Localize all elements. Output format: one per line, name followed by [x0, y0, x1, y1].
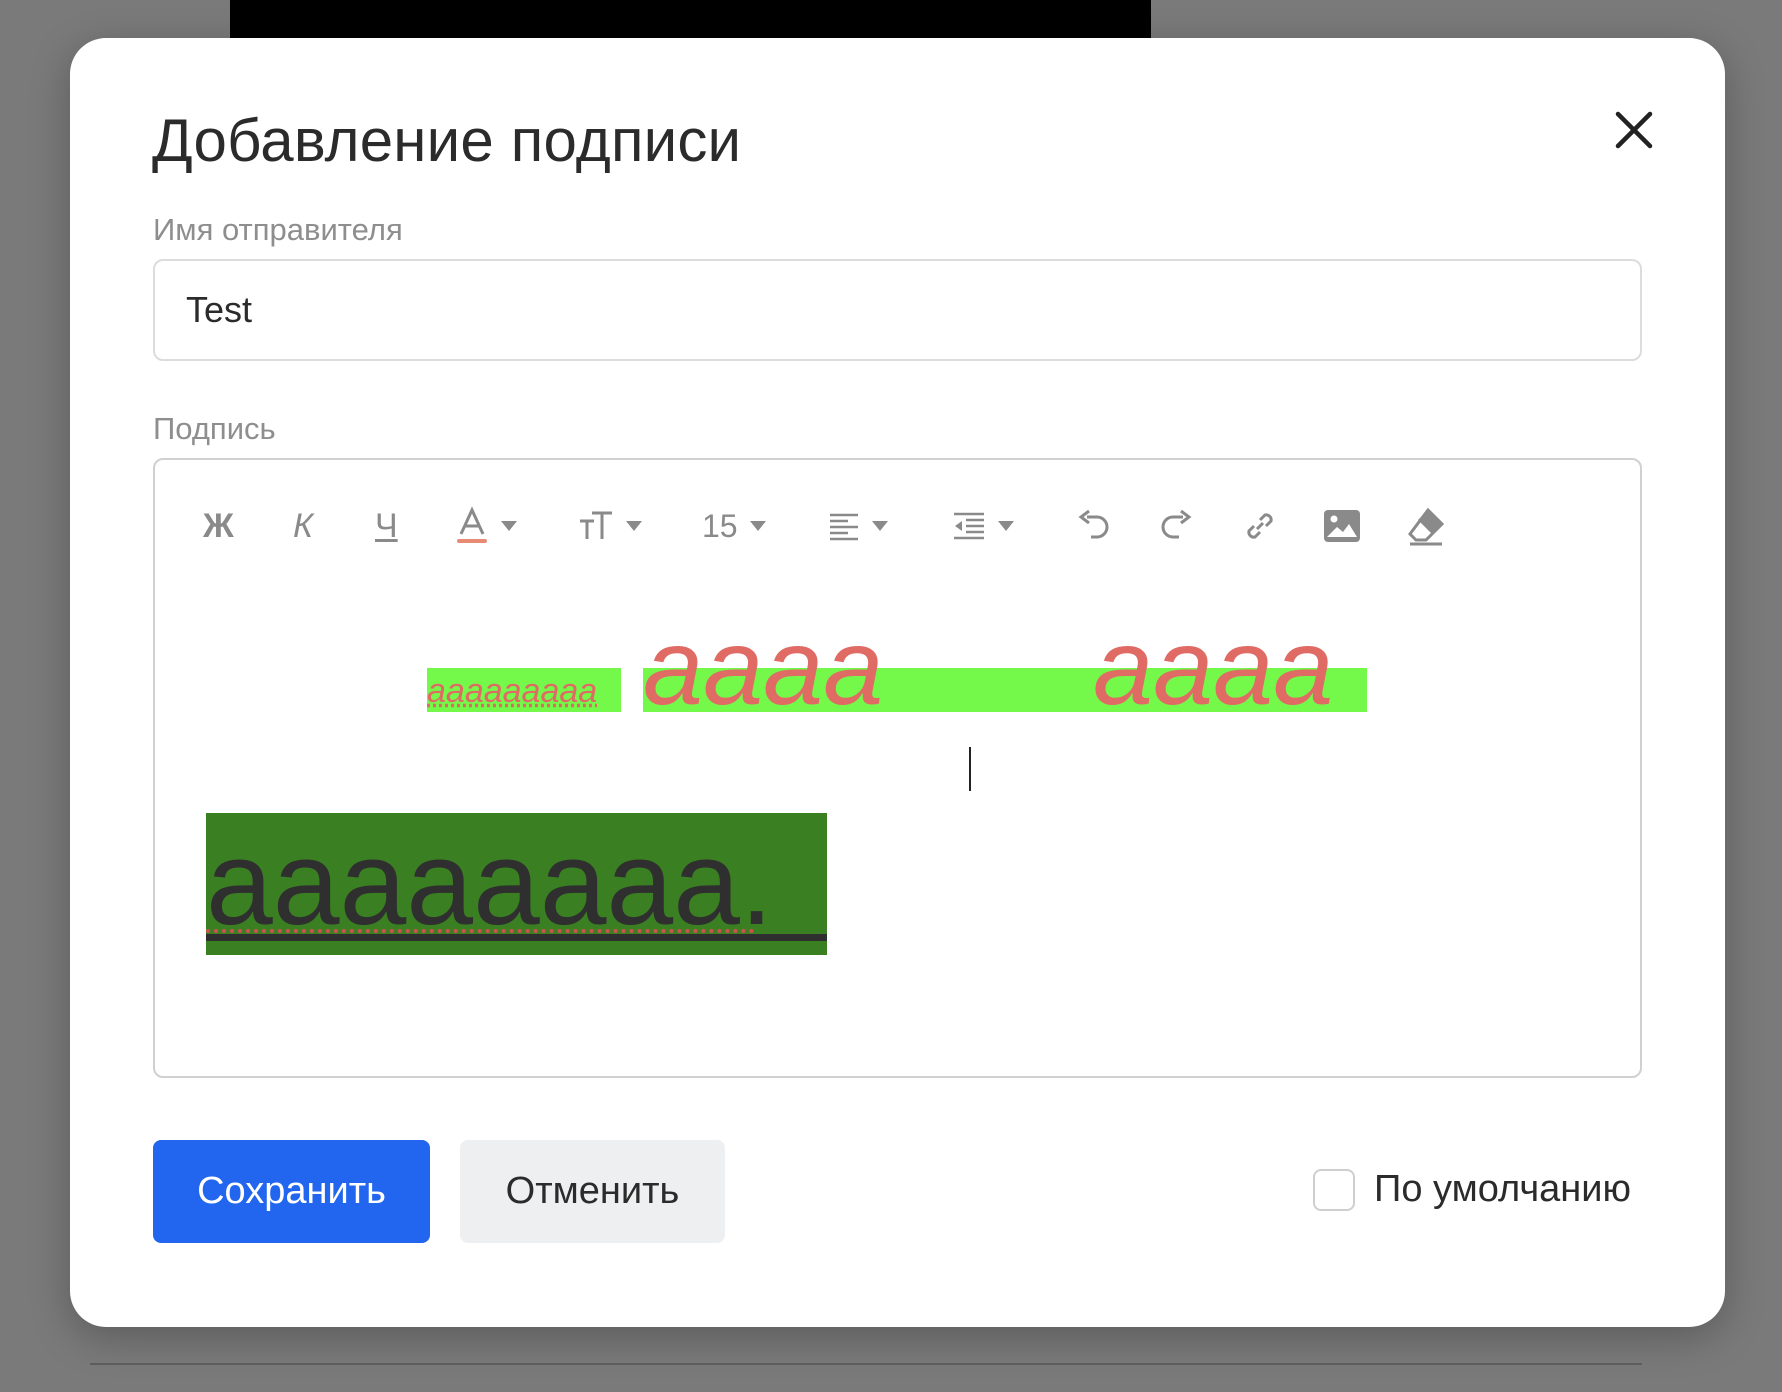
chevron-down-icon [872, 521, 888, 531]
default-checkbox-label[interactable]: По умолчанию [1374, 1168, 1631, 1211]
signature-text-small: ааааааааа [427, 672, 598, 710]
signature-dialog: Добавление подписи Имя отправителя Подпи… [70, 38, 1725, 1327]
font-family-button[interactable] [578, 500, 642, 552]
dialog-title: Добавление подписи [152, 107, 742, 174]
chevron-down-icon [626, 521, 642, 531]
underline-icon: Ч [375, 506, 398, 545]
eraser-icon [1408, 507, 1445, 546]
editor-toolbar: Ж К Ч 15 [155, 460, 1640, 580]
bold-button[interactable]: Ж [203, 500, 234, 552]
default-checkbox[interactable] [1313, 1169, 1355, 1211]
text-color-icon [457, 506, 487, 543]
clear-format-button[interactable] [1406, 500, 1446, 552]
signature-text-large-b: аааа [1093, 606, 1334, 727]
underline-button[interactable]: Ч [375, 500, 398, 552]
indent-button[interactable] [952, 500, 1014, 552]
chevron-down-icon [501, 521, 517, 531]
image-icon [1324, 510, 1360, 542]
signature-label: Подпись [153, 411, 276, 446]
cancel-button[interactable]: Отменить [460, 1140, 725, 1243]
font-family-icon [580, 511, 612, 539]
sender-name-label: Имя отправителя [153, 212, 403, 247]
font-size-button[interactable]: 15 [702, 500, 766, 552]
align-left-icon [830, 513, 858, 541]
backdrop-divider [90, 1363, 1642, 1365]
text-color-button[interactable] [455, 500, 517, 552]
signature-text-line2: аааааааа. [206, 816, 774, 950]
save-button[interactable]: Сохранить [153, 1140, 430, 1243]
text-cursor [969, 747, 971, 791]
signature-text-large-a: аааа [643, 606, 884, 727]
align-button[interactable] [828, 500, 888, 552]
redo-button[interactable] [1159, 500, 1193, 552]
spellcheck-underline [206, 929, 754, 933]
redo-icon [1161, 509, 1192, 539]
italic-icon: К [293, 506, 314, 545]
chevron-down-icon [749, 521, 766, 531]
editor-content[interactable]: ааааааааа аааа аааа аааааааа. [155, 580, 1640, 1078]
close-icon [1615, 111, 1653, 149]
signature-editor[interactable]: Ж К Ч 15 ааааааааа аааа аааа аааааааа. [153, 458, 1642, 1078]
font-size-value: 15 [702, 507, 738, 544]
backdrop-bar [230, 0, 1151, 40]
undo-button[interactable] [1077, 500, 1111, 552]
italic-button[interactable]: К [293, 500, 313, 552]
undo-icon [1078, 509, 1109, 539]
image-button[interactable] [1323, 500, 1361, 552]
chevron-down-icon [998, 521, 1014, 531]
bold-icon: Ж [203, 506, 234, 545]
link-icon [1247, 513, 1273, 539]
link-button[interactable] [1242, 500, 1278, 552]
close-button[interactable] [1604, 100, 1664, 160]
indent-icon [954, 512, 984, 540]
sender-name-input[interactable] [153, 259, 1642, 361]
